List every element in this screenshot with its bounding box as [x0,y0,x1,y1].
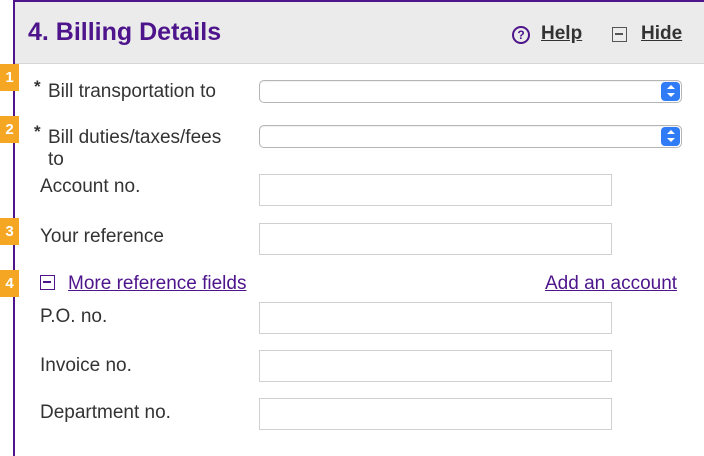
po-no-label: P.O. no. [40,306,108,327]
section-header: 4. Billing Details ? Help Hide [15,2,704,64]
add-account-link[interactable]: Add an account [545,273,677,295]
chevron-up-down-icon [661,82,680,101]
bill-transportation-label: Bill transportation to [48,81,216,102]
your-reference-input[interactable] [259,223,612,255]
section-title: 4. Billing Details [28,18,222,46]
help-icon[interactable]: ? [512,26,530,44]
step-badge-3: 3 [0,218,19,245]
invoice-no-label: Invoice no. [40,355,132,376]
invoice-no-input[interactable] [259,350,612,382]
department-no-input[interactable] [259,398,612,430]
bill-duties-label: Bill duties/taxes/fees to [48,127,221,171]
more-reference-fields-link[interactable]: More reference fields [68,273,246,295]
account-no-input[interactable] [259,174,612,206]
step-badge-4: 4 [0,270,19,297]
hide-link[interactable]: Hide [641,23,682,45]
collapse-icon[interactable] [612,27,627,42]
bill-transportation-select[interactable] [259,80,682,103]
step-badge-1: 1 [0,64,19,91]
po-no-input[interactable] [259,302,612,334]
required-marker: * [34,77,41,96]
chevron-up-down-icon [661,127,680,146]
collapse-icon[interactable] [40,275,55,290]
step-badge-2: 2 [0,116,19,143]
bill-duties-select[interactable] [259,125,682,148]
required-marker: * [34,122,41,141]
account-no-label: Account no. [40,176,141,197]
your-reference-label: Your reference [40,226,164,247]
bill-duties-label-line2: to [48,149,64,170]
bill-duties-label-line1: Bill duties/taxes/fees [48,127,222,148]
department-no-label: Department no. [40,402,171,423]
help-link[interactable]: Help [541,23,582,45]
